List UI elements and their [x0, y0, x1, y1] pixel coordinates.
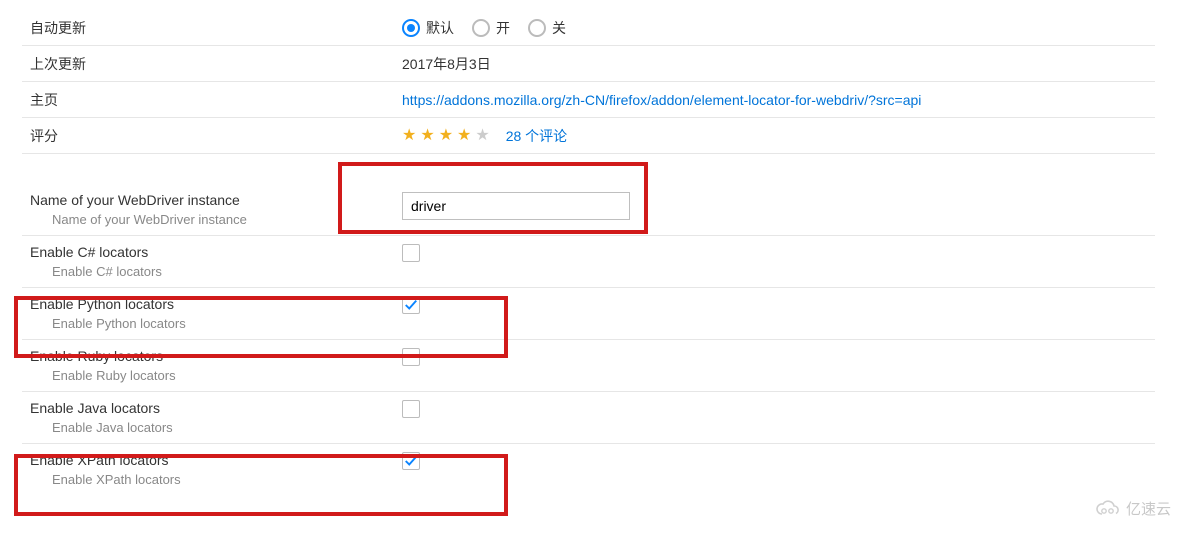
setting-ruby: Enable Ruby locators Enable Ruby locator… — [22, 340, 1155, 392]
setting-sub: Enable Java locators — [30, 420, 402, 435]
radio-on[interactable]: 开 — [472, 18, 510, 38]
setting-webdriver-name: Name of your WebDriver instance Name of … — [22, 184, 1155, 236]
radio-off[interactable]: 关 — [528, 18, 566, 38]
label-rating: 评分 — [22, 126, 402, 146]
row-auto-update: 自动更新 默认 开 关 — [22, 10, 1155, 46]
setting-title: Enable Ruby locators — [30, 348, 402, 364]
checkbox-xpath[interactable] — [402, 452, 420, 470]
setting-title: Enable XPath locators — [30, 452, 402, 468]
label-auto-update: 自动更新 — [22, 18, 402, 38]
radio-off-label: 关 — [552, 18, 566, 38]
setting-sub: Enable XPath locators — [30, 472, 402, 487]
setting-xpath: Enable XPath locators Enable XPath locat… — [22, 444, 1155, 495]
star-icon: ★ — [475, 128, 489, 144]
setting-title: Enable Java locators — [30, 400, 402, 416]
checkbox-csharp[interactable] — [402, 244, 420, 262]
setting-java: Enable Java locators Enable Java locator… — [22, 392, 1155, 444]
setting-title: Enable Python locators — [30, 296, 402, 312]
checkbox-python[interactable] — [402, 296, 420, 314]
setting-sub: Name of your WebDriver instance — [30, 212, 402, 227]
label-homepage: 主页 — [22, 90, 402, 110]
setting-csharp: Enable C# locators Enable C# locators — [22, 236, 1155, 288]
radio-circle-icon — [528, 19, 546, 37]
setting-title: Enable C# locators — [30, 244, 402, 260]
setting-sub: Enable C# locators — [30, 264, 402, 279]
homepage-link[interactable]: https://addons.mozilla.org/zh-CN/firefox… — [402, 92, 921, 108]
rating-stars: ★ ★ ★ ★ ★ — [402, 128, 490, 144]
checkbox-java[interactable] — [402, 400, 420, 418]
radio-default[interactable]: 默认 — [402, 18, 454, 38]
setting-title: Name of your WebDriver instance — [30, 192, 402, 208]
setting-python: Enable Python locators Enable Python loc… — [22, 288, 1155, 340]
star-icon: ★ — [457, 128, 471, 144]
star-icon: ★ — [420, 128, 434, 144]
watermark-text: 亿速云 — [1126, 498, 1171, 519]
radio-circle-icon — [402, 19, 420, 37]
row-rating: 评分 ★ ★ ★ ★ ★ 28 个评论 — [22, 118, 1155, 154]
row-homepage: 主页 https://addons.mozilla.org/zh-CN/fire… — [22, 82, 1155, 118]
star-icon: ★ — [439, 128, 453, 144]
radio-default-label: 默认 — [426, 18, 454, 38]
value-last-update: 2017年8月3日 — [402, 54, 1155, 74]
label-last-update: 上次更新 — [22, 54, 402, 74]
watermark: 亿速云 — [1094, 498, 1171, 519]
radio-on-label: 开 — [496, 18, 510, 38]
star-icon: ★ — [402, 128, 416, 144]
row-last-update: 上次更新 2017年8月3日 — [22, 46, 1155, 82]
radio-group-auto-update: 默认 开 关 — [402, 18, 566, 38]
webdriver-name-input[interactable] — [402, 192, 630, 220]
cloud-icon — [1094, 500, 1122, 518]
reviews-link[interactable]: 28 个评论 — [506, 126, 567, 146]
setting-sub: Enable Ruby locators — [30, 368, 402, 383]
radio-circle-icon — [472, 19, 490, 37]
checkbox-ruby[interactable] — [402, 348, 420, 366]
setting-sub: Enable Python locators — [30, 316, 402, 331]
